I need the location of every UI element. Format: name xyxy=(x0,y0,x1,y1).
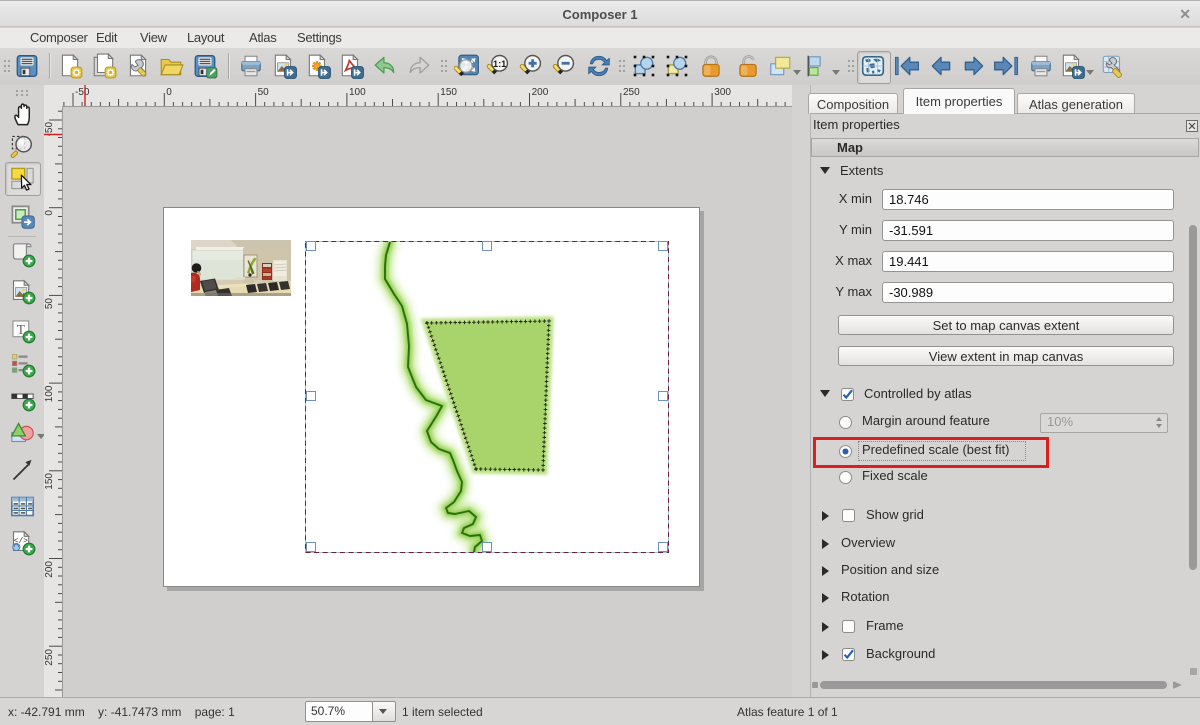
svg-text:250: 250 xyxy=(44,649,55,666)
svg-text:50: 50 xyxy=(44,298,55,310)
svg-text:200: 200 xyxy=(532,87,549,98)
svg-text:150: 150 xyxy=(44,473,55,490)
svg-text:50: 50 xyxy=(258,87,270,98)
svg-text:200: 200 xyxy=(44,561,55,578)
svg-text:100: 100 xyxy=(44,385,55,402)
svg-text:0: 0 xyxy=(44,210,55,216)
svg-text:-50: -50 xyxy=(75,87,90,98)
svg-text:300: 300 xyxy=(714,87,731,98)
svg-text:0: 0 xyxy=(166,87,172,98)
svg-text:1:1: 1:1 xyxy=(493,59,506,69)
svg-text:250: 250 xyxy=(623,87,640,98)
svg-text:100: 100 xyxy=(349,87,366,98)
svg-text:150: 150 xyxy=(440,87,457,98)
